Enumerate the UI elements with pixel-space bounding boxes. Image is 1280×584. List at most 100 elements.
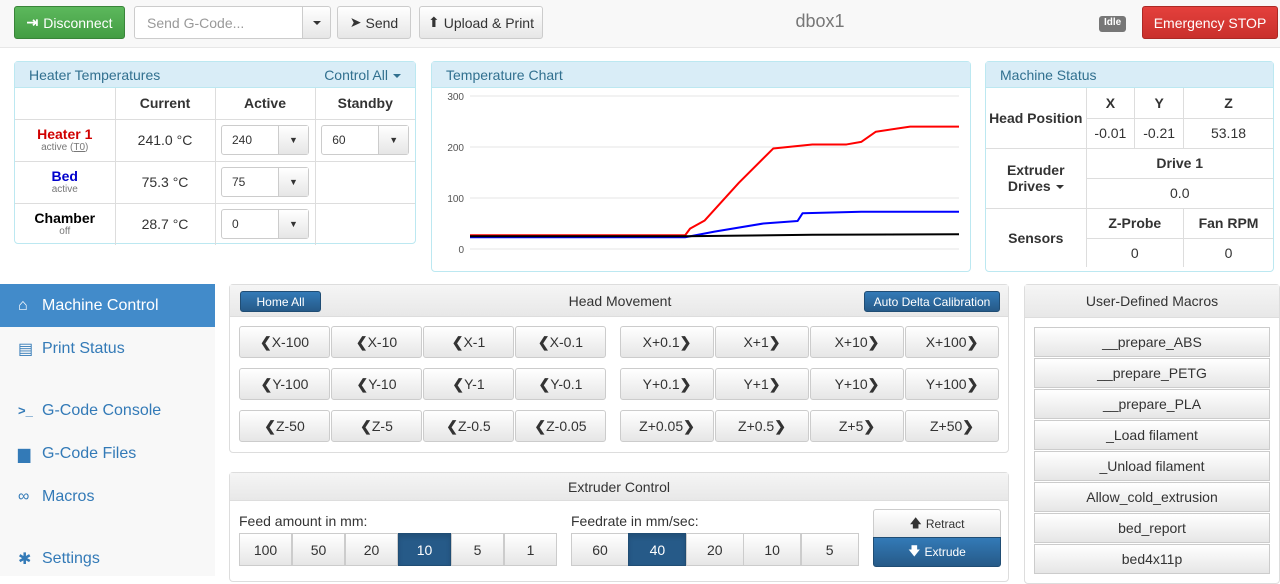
move-button[interactable]: ❮ Y-100: [239, 368, 330, 400]
status-badge: Idle: [1099, 16, 1127, 32]
chevron-down-icon: [312, 20, 321, 25]
move-button[interactable]: Y+10 ❯: [810, 368, 904, 400]
sidebar-item-gcode-files[interactable]: ▆ G-Code Files: [0, 432, 215, 475]
feedrate-option[interactable]: 10: [743, 533, 802, 566]
move-button[interactable]: ❮ X-0.1: [515, 326, 606, 358]
control-all-dropdown[interactable]: Control All: [324, 67, 401, 83]
move-button[interactable]: Y+1 ❯: [715, 368, 809, 400]
chamber-active-input[interactable]: 0 ▼: [221, 209, 309, 240]
move-button[interactable]: X+0.1 ❯: [620, 326, 714, 358]
move-button[interactable]: X+100 ❯: [905, 326, 999, 358]
sidebar-item-macros[interactable]: ∞ Macros: [0, 475, 215, 518]
chevron-right-icon: ❯: [679, 375, 692, 392]
move-button[interactable]: Z+5 ❯: [810, 410, 904, 442]
heater-row-chamber: Chamber off 28.7 °C 0 ▼: [15, 202, 415, 245]
move-button[interactable]: ❮ X-1: [423, 326, 514, 358]
sidebar: ⌂ Machine Control ▤ Print Status >_ G-Code …: [0, 284, 215, 576]
auto-delta-calibration-button[interactable]: Auto Delta Calibration: [864, 291, 1000, 312]
macro-button[interactable]: __prepare_PLA: [1034, 389, 1270, 419]
emergency-stop-button[interactable]: Emergency STOP: [1142, 6, 1278, 39]
move-button[interactable]: X+1 ❯: [715, 326, 809, 358]
feedrate-option[interactable]: 40: [628, 533, 687, 566]
bed-standby-cell: [314, 160, 415, 204]
feed-amount-option[interactable]: 50: [292, 533, 345, 566]
heater1-standby-cell: 60 ▼: [314, 118, 415, 162]
heater1-tool-link[interactable]: T0: [73, 142, 85, 153]
chart-y-tick-label: 300: [447, 92, 464, 103]
macro-button[interactable]: bed4x11p: [1034, 544, 1270, 574]
feedrate-option[interactable]: 20: [685, 533, 744, 566]
chevron-right-icon: ❯: [962, 417, 975, 434]
feedrate-option[interactable]: 5: [800, 533, 859, 566]
extruder-heading: Extruder Control: [230, 473, 1008, 501]
sidebar-item-print-status[interactable]: ▤ Print Status: [0, 327, 215, 370]
move-button[interactable]: Z+0.5 ❯: [715, 410, 809, 442]
position-x: -0.01: [1085, 117, 1136, 149]
chamber-name: Chamber: [34, 210, 96, 227]
chevron-down-icon[interactable]: ▼: [278, 210, 308, 239]
move-button[interactable]: ❮ X-10: [331, 326, 422, 358]
chamber-state: off: [59, 226, 71, 238]
macro-button[interactable]: __prepare_ABS: [1034, 327, 1270, 357]
disconnect-button[interactable]: ⇥ Disconnect: [14, 6, 125, 39]
chevron-down-icon[interactable]: ▼: [278, 126, 308, 154]
move-button[interactable]: ❮ Z-50: [239, 410, 330, 442]
macro-button[interactable]: _Load filament: [1034, 420, 1270, 450]
move-button[interactable]: ❮ X-100: [239, 326, 330, 358]
chevron-left-icon: ❮: [259, 333, 272, 350]
bed-current: 75.3 °C: [114, 160, 216, 204]
move-button[interactable]: ❮ Z-0.05: [515, 410, 606, 442]
feed-amount-label: Feed amount in mm:: [239, 513, 368, 529]
feed-amount-option[interactable]: 100: [239, 533, 292, 566]
sidebar-item-label: Macros: [42, 487, 95, 505]
bed-active-input[interactable]: 75 ▼: [221, 167, 309, 197]
send-button[interactable]: ➤ Send: [337, 6, 411, 39]
heater-panel-title: Heater Temperatures: [29, 67, 161, 83]
chevron-down-icon[interactable]: ▼: [378, 126, 409, 154]
macro-button[interactable]: bed_report: [1034, 513, 1270, 543]
head-movement-panel: Home All Head Movement Auto Delta Calibr…: [229, 284, 1009, 453]
feed-amount-option[interactable]: 10: [398, 533, 451, 566]
upload-print-button[interactable]: ⬆ Upload & Print: [419, 6, 543, 39]
feed-amount-option[interactable]: 20: [345, 533, 398, 566]
arrow-up-icon: 🡅: [909, 515, 922, 530]
move-button[interactable]: Y+100 ❯: [905, 368, 999, 400]
retract-button[interactable]: 🡅 Retract: [873, 509, 1001, 539]
move-button[interactable]: ❮ Y-1: [423, 368, 514, 400]
move-button[interactable]: Y+0.1 ❯: [620, 368, 714, 400]
move-button[interactable]: X+10 ❯: [810, 326, 904, 358]
move-button[interactable]: ❮ Z-5: [331, 410, 422, 442]
move-button[interactable]: ❮ Y-0.1: [515, 368, 606, 400]
chamber-cell[interactable]: Chamber off: [15, 202, 116, 245]
chevron-right-icon: ❯: [768, 375, 781, 392]
move-button[interactable]: Z+50 ❯: [905, 410, 999, 442]
heater1-standby-input[interactable]: 60 ▼: [321, 125, 410, 155]
heater1-cell[interactable]: Heater 1 active (T0): [15, 118, 116, 162]
send-icon: ➤: [349, 14, 362, 30]
chevron-right-icon: ❯: [867, 333, 880, 350]
extrude-button[interactable]: 🡇 Extrude: [873, 537, 1001, 567]
move-button[interactable]: Z+0.05 ❯: [620, 410, 714, 442]
upload-print-label: Upload & Print: [443, 14, 534, 31]
extruder-drives-dropdown[interactable]: Extruder Drives: [986, 147, 1087, 209]
gcode-input[interactable]: Send G-Code...: [134, 6, 303, 39]
macro-button[interactable]: __prepare_PETG: [1034, 358, 1270, 388]
home-all-button[interactable]: Home All: [240, 291, 321, 312]
gcode-dropdown-button[interactable]: [302, 6, 331, 39]
heater1-standby-value: 60: [332, 133, 346, 147]
sidebar-item-machine-control[interactable]: ⌂ Machine Control: [0, 284, 215, 327]
files-icon: ▆: [18, 445, 31, 463]
bed-cell[interactable]: Bed active: [15, 160, 116, 204]
chevron-down-icon[interactable]: ▼: [278, 168, 308, 196]
macro-button[interactable]: _Unload filament: [1034, 451, 1270, 481]
feed-amount-option[interactable]: 1: [504, 533, 557, 566]
heater1-active-input[interactable]: 240 ▼: [221, 125, 309, 155]
feedrate-option[interactable]: 60: [571, 533, 629, 566]
move-button[interactable]: ❮ Y-10: [331, 368, 422, 400]
zprobe-value: 0: [1085, 237, 1185, 267]
feed-amount-option[interactable]: 5: [451, 533, 504, 566]
move-button[interactable]: ❮ Z-0.5: [423, 410, 514, 442]
sidebar-item-gcode-console[interactable]: >_ G-Code Console: [0, 389, 215, 432]
sidebar-item-settings[interactable]: ✱ Settings: [0, 537, 215, 580]
macro-button[interactable]: Allow_cold_extrusion: [1034, 482, 1270, 512]
